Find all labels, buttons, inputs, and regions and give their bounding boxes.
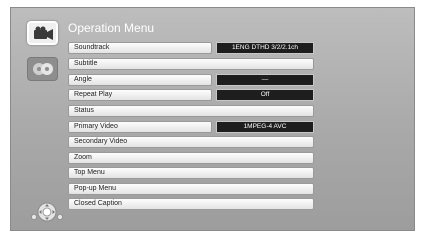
- primary-video-value[interactable]: 1MPEG-4 AVC: [216, 121, 314, 133]
- menu-item-angle[interactable]: Angle —: [68, 74, 314, 86]
- menu-item-popup-menu[interactable]: Pop-up Menu: [68, 183, 314, 195]
- menu-title: Operation Menu: [68, 21, 155, 35]
- side-tab-audio[interactable]: [27, 57, 58, 81]
- operation-menu-screen: Operation Menu Soundtrack 1ENG DTHD 3/2/…: [10, 7, 415, 231]
- menu-item-label[interactable]: Repeat Play: [68, 89, 212, 101]
- menu-item-label[interactable]: Closed Caption: [68, 198, 314, 210]
- menu-item-top-menu[interactable]: Top Menu: [68, 167, 314, 179]
- menu-item-soundtrack[interactable]: Soundtrack 1ENG DTHD 3/2/2.1ch: [68, 42, 314, 54]
- angle-value[interactable]: —: [216, 74, 314, 86]
- video-camera-icon: [34, 26, 53, 40]
- menu-item-label[interactable]: Status: [68, 105, 314, 117]
- menu-item-label[interactable]: Zoom: [68, 152, 314, 164]
- menu-item-label[interactable]: Primary Video: [68, 121, 212, 133]
- menu-item-subtitle[interactable]: Subtitle: [68, 58, 314, 70]
- menu-item-label[interactable]: Angle: [68, 74, 212, 86]
- soundtrack-value[interactable]: 1ENG DTHD 3/2/2.1ch: [216, 42, 314, 54]
- menu-item-label[interactable]: Subtitle: [68, 58, 314, 70]
- repeat-play-value[interactable]: Off: [216, 89, 314, 101]
- menu-item-status[interactable]: Status: [68, 105, 314, 117]
- audio-icon: [33, 63, 53, 75]
- menu-item-repeat-play[interactable]: Repeat Play Off: [68, 89, 314, 101]
- menu-item-secondary-video[interactable]: Secondary Video: [68, 136, 314, 148]
- menu-item-label[interactable]: Top Menu: [68, 167, 314, 179]
- menu-item-label[interactable]: Soundtrack: [68, 42, 212, 54]
- menu-item-label[interactable]: Secondary Video: [68, 136, 314, 148]
- menu-item-label[interactable]: Pop-up Menu: [68, 183, 314, 195]
- menu-item-primary-video[interactable]: Primary Video 1MPEG-4 AVC: [68, 121, 314, 133]
- remote-navigation-icon: [31, 201, 65, 228]
- menu-item-closed-caption[interactable]: Closed Caption: [68, 198, 314, 210]
- side-tab-video[interactable]: [27, 21, 58, 45]
- menu-item-zoom[interactable]: Zoom: [68, 152, 314, 164]
